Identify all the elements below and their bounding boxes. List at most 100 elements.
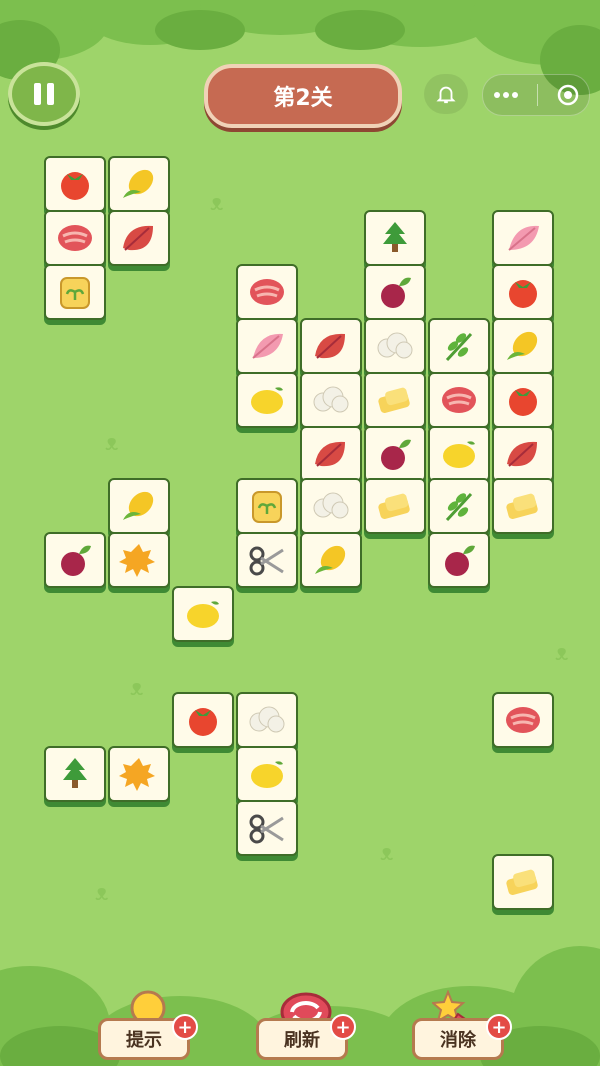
tile-cheese[interactable] — [364, 478, 426, 534]
beet-icon — [381, 439, 411, 470]
close-target-icon[interactable] — [556, 83, 580, 107]
meat-icon — [442, 387, 476, 413]
tile-maple-leaf[interactable] — [108, 746, 170, 802]
grass-decoration: ᴥ — [95, 881, 109, 906]
seed-bag-icon — [252, 491, 282, 523]
notification-button[interactable] — [424, 74, 468, 114]
tile-tree[interactable] — [44, 746, 106, 802]
tile-lemon[interactable] — [236, 372, 298, 428]
tile-cauliflower[interactable] — [236, 692, 298, 748]
feather-icon — [252, 333, 283, 359]
grass-decoration: ᴥ — [555, 641, 569, 666]
refresh-add-icon[interactable]: + — [330, 1014, 356, 1040]
lemon-icon — [251, 387, 283, 414]
maple-leaf-icon — [119, 758, 155, 791]
cauliflower-icon — [313, 386, 349, 413]
tile-meat[interactable] — [492, 692, 554, 748]
feather-icon — [508, 225, 539, 251]
meat-icon — [58, 225, 92, 251]
grass-decoration: ᴥ — [380, 841, 394, 866]
tile-lemon[interactable] — [236, 746, 298, 802]
tile-tomato[interactable] — [44, 156, 106, 212]
bell-icon — [436, 86, 456, 104]
tree-icon — [383, 222, 407, 252]
cheese-icon — [378, 493, 410, 519]
tile-leaf[interactable] — [108, 210, 170, 266]
tile-corn[interactable] — [108, 478, 170, 534]
cheese-icon — [506, 493, 538, 519]
tile-cheese[interactable] — [492, 478, 554, 534]
tile-lemon[interactable] — [428, 426, 490, 482]
tile-scissors[interactable] — [236, 800, 298, 856]
corn-icon — [315, 545, 346, 574]
tile-corn[interactable] — [108, 156, 170, 212]
tile-beet[interactable] — [364, 264, 426, 320]
seed-bag-icon — [60, 277, 90, 309]
beet-icon — [61, 545, 91, 576]
tile-maple-leaf[interactable] — [108, 532, 170, 588]
tile-herb[interactable] — [428, 318, 490, 374]
tile-feather[interactable] — [492, 210, 554, 266]
tile-seed-bag[interactable] — [236, 478, 298, 534]
tile-cauliflower[interactable] — [364, 318, 426, 374]
remove-add-icon[interactable]: + — [486, 1014, 512, 1040]
pause-button[interactable] — [8, 62, 80, 126]
tile-tomato[interactable] — [492, 264, 554, 320]
tile-cauliflower[interactable] — [300, 372, 362, 428]
leaf-icon — [315, 441, 345, 467]
leaf-icon — [123, 225, 153, 251]
tile-cauliflower[interactable] — [300, 478, 362, 534]
cauliflower-icon — [377, 332, 413, 359]
tile-lemon[interactable] — [172, 586, 234, 642]
tile-leaf[interactable] — [492, 426, 554, 482]
pause-icon — [34, 83, 41, 105]
cauliflower-icon — [249, 706, 285, 733]
scissors-icon — [249, 814, 284, 844]
mini-program-capsule — [482, 74, 590, 116]
tile-cheese[interactable] — [364, 372, 426, 428]
tile-cheese[interactable] — [492, 854, 554, 910]
hint-add-icon[interactable]: + — [172, 1014, 198, 1040]
tile-meat[interactable] — [428, 372, 490, 428]
tile-leaf[interactable] — [300, 426, 362, 482]
cheese-icon — [506, 869, 538, 895]
grass-decoration: ᴥ — [210, 191, 224, 216]
cauliflower-icon — [313, 492, 349, 519]
tile-corn[interactable] — [300, 532, 362, 588]
leaf-icon — [507, 441, 537, 467]
grass-decoration: ᴥ — [105, 431, 119, 456]
herb-icon — [445, 332, 473, 362]
tile-seed-bag[interactable] — [44, 264, 106, 320]
tile-beet[interactable] — [428, 532, 490, 588]
corn-icon — [123, 169, 154, 198]
tomato-icon — [509, 388, 537, 416]
tile-beet[interactable] — [44, 532, 106, 588]
beet-icon — [381, 277, 411, 308]
more-icon[interactable] — [492, 90, 520, 100]
tomato-icon — [61, 172, 89, 200]
tile-meat[interactable] — [44, 210, 106, 266]
corn-icon — [123, 491, 154, 520]
tile-tomato[interactable] — [172, 692, 234, 748]
scissors-icon — [249, 546, 284, 576]
beet-icon — [445, 545, 475, 576]
tile-beet[interactable] — [364, 426, 426, 482]
tile-scissors[interactable] — [236, 532, 298, 588]
maple-leaf-icon — [119, 544, 155, 577]
tile-herb[interactable] — [428, 478, 490, 534]
lemon-icon — [443, 441, 475, 468]
grass-decoration: ᴥ — [130, 676, 144, 701]
corn-icon — [507, 331, 538, 360]
herb-icon — [445, 492, 473, 522]
meat-icon — [250, 279, 284, 305]
tile-meat[interactable] — [236, 264, 298, 320]
leaf-icon — [315, 333, 345, 359]
lemon-icon — [187, 601, 219, 628]
tomato-icon — [509, 280, 537, 308]
level-title: 第2关 — [204, 64, 402, 128]
tile-leaf[interactable] — [300, 318, 362, 374]
tile-corn[interactable] — [492, 318, 554, 374]
tile-tomato[interactable] — [492, 372, 554, 428]
tile-tree[interactable] — [364, 210, 426, 266]
tile-feather[interactable] — [236, 318, 298, 374]
